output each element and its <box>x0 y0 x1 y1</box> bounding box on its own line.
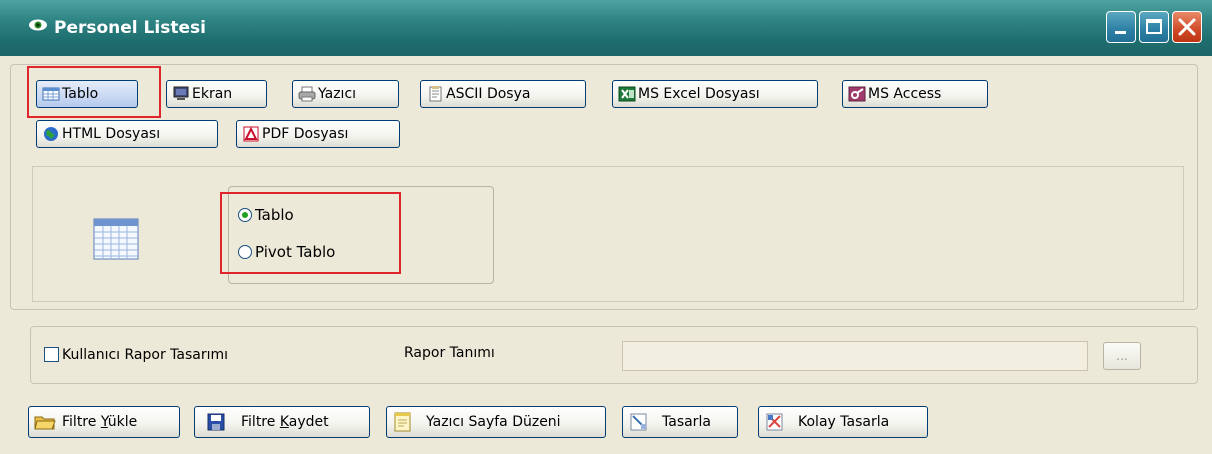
rapor-tanimi-input[interactable] <box>622 341 1088 371</box>
html-dosyasi-button-label: HTML Dosyası <box>62 126 161 142</box>
kullanici-rapor-tasarimi-checkbox[interactable] <box>44 347 59 362</box>
title-bar[interactable]: Personel Listesi <box>0 0 1212 56</box>
save-icon <box>207 413 225 431</box>
kolay-tasarla-label: Kolay Tasarla <box>798 414 890 430</box>
globe-icon <box>44 127 58 141</box>
close-button[interactable] <box>1172 11 1202 43</box>
browse-button[interactable]: ... <box>1103 342 1141 370</box>
ms-excel-dosyasi-button[interactable]: MS Excel Dosyası <box>612 80 818 108</box>
ms-access-button-label: MS Access <box>868 86 942 102</box>
kolay-tasarla-button[interactable]: Kolay Tasarla <box>758 406 928 438</box>
minimize-button[interactable] <box>1106 11 1136 43</box>
ekran-button[interactable]: Ekran <box>166 80 267 108</box>
window-title: Personel Listesi <box>54 18 206 38</box>
filtre-kaydet-button[interactable]: Filtre Kaydet <box>194 406 370 438</box>
pdf-dosyasi-button-label: PDF Dosyası <box>262 126 349 142</box>
large-table-icon <box>93 218 139 260</box>
text-file-icon <box>429 86 442 102</box>
kullanici-rapor-tasarimi-label: Kullanıcı Rapor Tasarımı <box>62 347 229 363</box>
yazici-sayfa-duzeni-button[interactable]: Yazıcı Sayfa Düzeni <box>386 406 606 438</box>
pdf-dosyasi-button[interactable]: PDF Dosyası <box>236 120 400 148</box>
yazici-button-label: Yazıcı <box>318 86 357 102</box>
maximize-icon <box>1146 19 1162 34</box>
tasarla-label: Tasarla <box>662 414 711 430</box>
highlight-tablo-button <box>27 66 161 118</box>
table-options-panel <box>32 166 1184 302</box>
filtre-yukle-label: Filtre Yükle <box>62 414 138 430</box>
easy-design-icon <box>766 413 783 431</box>
highlight-radio-options <box>220 192 401 274</box>
ascii-dosya-button-label: ASCII Dosya <box>446 86 531 102</box>
filtre-yukle-button[interactable]: Filtre Yükle <box>28 406 180 438</box>
printer-icon <box>298 86 316 102</box>
html-dosyasi-button[interactable]: HTML Dosyası <box>36 120 218 148</box>
close-icon <box>1178 18 1196 36</box>
tasarla-button[interactable]: Tasarla <box>622 406 738 438</box>
access-icon <box>848 86 866 102</box>
ms-excel-dosyasi-button-label: MS Excel Dosyası <box>638 86 760 102</box>
monitor-icon <box>173 86 189 100</box>
personel-listesi-window: Personel Listesi Tablo Ekran Yazıcı ASCI… <box>0 0 1212 454</box>
design-icon <box>630 413 647 431</box>
ascii-dosya-button[interactable]: ASCII Dosya <box>420 80 586 108</box>
filtre-kaydet-label: Filtre Kaydet <box>241 414 329 430</box>
pdf-icon <box>243 126 259 142</box>
eye-icon <box>29 19 47 31</box>
yazici-button[interactable]: Yazıcı <box>292 80 399 108</box>
rapor-tanimi-label: Rapor Tanımı <box>404 345 495 361</box>
minimize-icon <box>1115 31 1126 34</box>
ms-access-button[interactable]: MS Access <box>842 80 988 108</box>
excel-icon <box>618 86 636 102</box>
ekran-button-label: Ekran <box>192 86 233 102</box>
folder-open-icon <box>34 416 56 430</box>
page-setup-icon <box>394 412 411 432</box>
yazici-sayfa-duzeni-label: Yazıcı Sayfa Düzeni <box>426 414 561 430</box>
maximize-button[interactable] <box>1139 11 1169 43</box>
